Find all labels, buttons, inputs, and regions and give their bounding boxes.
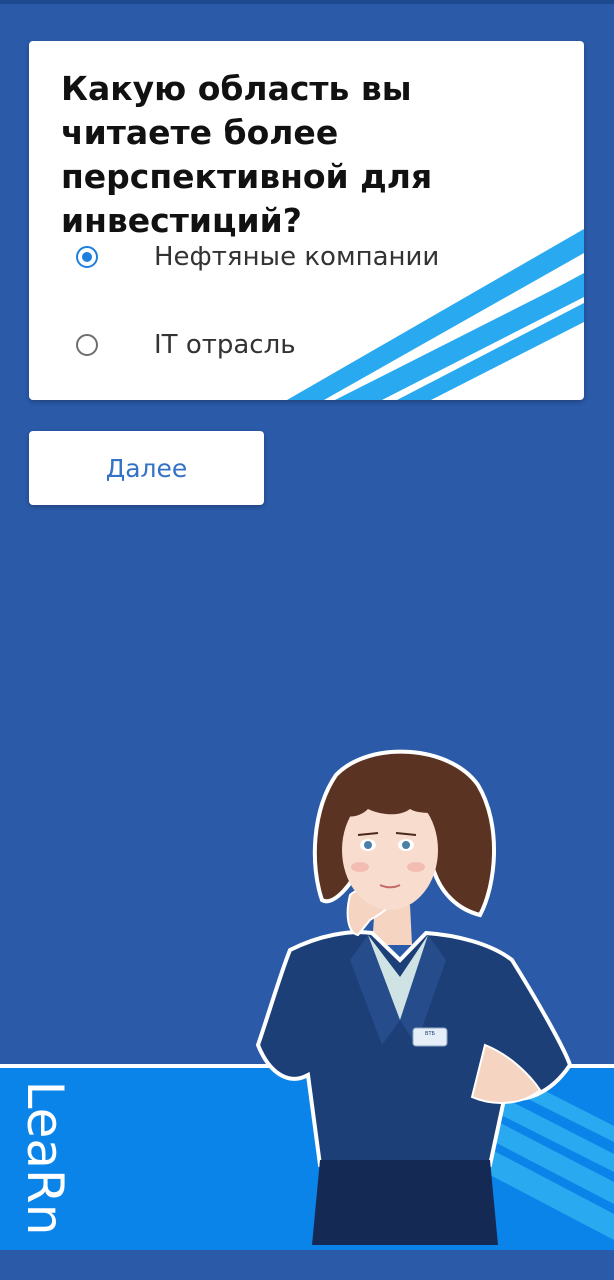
answer-option-it-industry[interactable]: IT отрасль: [76, 327, 296, 363]
learn-logo: LeaRn: [16, 1080, 74, 1236]
answer-option-label: IT отрасль: [154, 330, 296, 360]
mascot-illustration: ВТБ: [255, 749, 573, 1245]
radio-selected-icon[interactable]: [76, 246, 98, 268]
answer-option-label: Нефтяные компании: [154, 242, 440, 272]
question-title: Какую область вы читаете более перспекти…: [61, 69, 433, 240]
answer-option-oil-companies[interactable]: Нефтяные компании: [76, 239, 439, 275]
next-button[interactable]: Далее: [29, 431, 264, 505]
radio-unselected-icon[interactable]: [76, 334, 98, 356]
top-edge: [0, 0, 614, 4]
badge-text: ВТБ: [425, 1031, 435, 1037]
question-card: Какую область вы читаете более перспекти…: [29, 41, 584, 400]
